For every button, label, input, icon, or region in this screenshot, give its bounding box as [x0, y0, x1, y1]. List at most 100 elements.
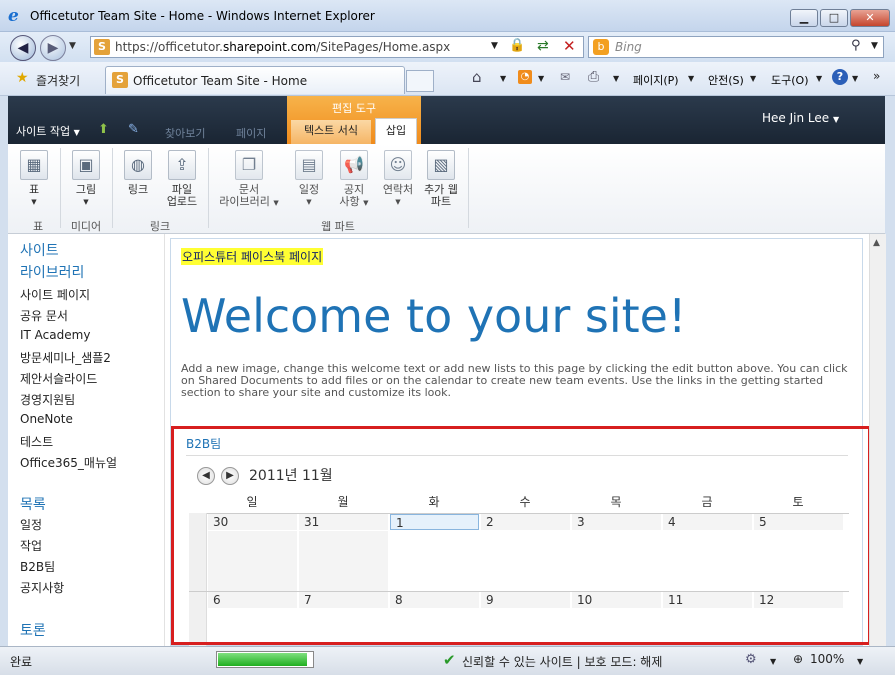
add-part-label-2: 파트 — [430, 195, 452, 208]
safety-menu[interactable]: 안전(S) — [708, 72, 744, 88]
upload-label-2: 업로드 — [166, 195, 198, 208]
scroll-up-icon[interactable]: ▲ — [873, 238, 880, 248]
page-menu[interactable]: 페이지(P) — [633, 72, 679, 88]
safety-dropdown-icon[interactable]: ▼ — [750, 74, 756, 83]
search-input[interactable]: b Bing ⚲ ▼ — [588, 36, 884, 58]
nav-item-it-academy[interactable]: IT Academy — [20, 328, 90, 342]
site-actions-menu[interactable]: 사이트 작업 ▼ — [16, 123, 80, 139]
site-actions-dropdown-icon: ▼ — [73, 128, 80, 137]
nav-item-management-team[interactable]: 경영지원팀 — [20, 391, 75, 408]
search-icon[interactable]: ⚲ — [851, 38, 861, 53]
tab-page[interactable]: 페이지 — [236, 125, 266, 141]
picture-icon: ▣ — [72, 150, 100, 180]
nav-item-b2b-team[interactable]: B2B팀 — [20, 558, 55, 575]
link-label: 링크 — [127, 183, 149, 196]
announcements-button[interactable]: 📢 공지 사항 ▼ — [334, 150, 374, 209]
user-name: Hee Jin Lee — [762, 111, 830, 125]
zoom-dropdown-icon[interactable]: ▼ — [857, 657, 863, 666]
home-icon[interactable]: ⌂ — [472, 68, 482, 86]
sharepoint-favicon-icon: S — [94, 39, 110, 55]
contacts-button[interactable]: ☺ 연락처 ▼ — [378, 150, 418, 208]
maximize-button[interactable]: □ — [820, 9, 848, 27]
minimize-button[interactable]: ▁ — [790, 9, 818, 27]
security-zone-text[interactable]: 신뢰할 수 있는 사이트 | 보호 모드: 해제 — [462, 653, 662, 670]
document-library-icon: ❐ — [235, 150, 263, 180]
upload-file-button[interactable]: ⇪ 파일 업로드 — [160, 150, 204, 208]
ie-logo-icon: e — [8, 6, 19, 26]
browser-tab[interactable]: S Officetutor Team Site - Home — [105, 66, 405, 94]
nav-item-onenote[interactable]: OneNote — [20, 412, 73, 426]
nav-heading-discussions[interactable]: 토론 — [20, 620, 46, 640]
help-icon[interactable]: ? — [832, 69, 848, 85]
forward-button[interactable]: ▶ — [40, 35, 66, 61]
zone-dropdown-icon[interactable]: ▼ — [770, 657, 776, 666]
tab-format-text[interactable]: 텍스트 서식 — [291, 120, 371, 144]
rss-dropdown-icon[interactable]: ▼ — [538, 74, 544, 83]
checkmark-icon: ✔ — [443, 651, 456, 669]
table-button[interactable]: ▦ 표 ▼ — [16, 150, 52, 208]
tools-dropdown-icon[interactable]: ▼ — [816, 74, 822, 83]
calendar-button[interactable]: ▤ 일정 ▼ — [291, 150, 327, 208]
bing-icon: b — [593, 39, 609, 55]
vertical-scrollbar[interactable]: ▲ — [869, 234, 886, 646]
tab-insert[interactable]: 삽입 — [375, 118, 417, 144]
nav-item-test[interactable]: 테스트 — [20, 433, 53, 450]
url-input[interactable]: S https://officetutor.sharepoint.com/Sit… — [90, 36, 584, 58]
url-dropdown-icon[interactable]: ▼ — [491, 41, 498, 51]
lock-icon[interactable]: 🔒 — [509, 38, 525, 53]
separator — [60, 148, 61, 228]
help-dropdown-icon[interactable]: ▼ — [852, 74, 858, 83]
nav-item-site-pages[interactable]: 사이트 페이지 — [20, 286, 90, 303]
zoom-level[interactable]: 100% — [810, 652, 844, 666]
nav-item-calendar[interactable]: 일정 — [20, 516, 42, 533]
mail-icon[interactable]: ✉ — [560, 70, 570, 84]
status-text: 완료 — [10, 655, 33, 669]
upload-icon: ⇪ — [168, 150, 196, 180]
quick-launch: 사이트 라이브러리 사이트 페이지 공유 문서 IT Academy 방문세미나… — [8, 234, 165, 646]
link-button[interactable]: ◍ 링크 — [120, 150, 156, 196]
favorites-bar: ★ 즐겨찾기 S Officetutor Team Site - Home ⌂ … — [0, 62, 895, 96]
rss-feed-icon[interactable]: ◔ — [518, 70, 532, 84]
more-commands-icon[interactable]: » — [873, 69, 880, 83]
nav-item-shared-documents[interactable]: 공유 문서 — [20, 307, 68, 324]
page-dropdown-icon[interactable]: ▼ — [688, 74, 694, 83]
nav-heading-site[interactable]: 사이트 — [20, 240, 59, 260]
edit-page-icon[interactable]: ✎ — [128, 122, 139, 137]
add-web-part-button[interactable]: ▧ 추가 웹 파트 — [420, 150, 462, 208]
group-label-links: 링크 — [149, 220, 171, 233]
stop-icon[interactable]: ✕ — [563, 37, 576, 55]
nav-heading-lists[interactable]: 목록 — [20, 494, 46, 514]
picture-button[interactable]: ▣ 그림 ▼ — [68, 150, 104, 208]
nav-item-office365-manual[interactable]: Office365_매뉴얼 — [20, 454, 117, 471]
close-button[interactable]: ✕ — [850, 9, 890, 27]
nav-item-proposal-slides[interactable]: 제안서슬라이드 — [20, 370, 97, 387]
history-dropdown-icon[interactable]: ▼ — [69, 41, 76, 51]
nav-item-seminar-sample[interactable]: 방문세미나_샘플2 — [20, 349, 111, 366]
facebook-page-link[interactable]: 오피스튜터 페이스북 페이지 — [181, 248, 324, 265]
back-button[interactable]: ◀ — [10, 35, 36, 61]
refresh-icon[interactable]: ⇄ — [537, 38, 549, 54]
new-tab-button[interactable] — [406, 70, 434, 92]
zoom-icon[interactable]: ⊕ — [793, 652, 803, 666]
title-bar: e Officetutor Team Site - Home - Windows… — [0, 0, 895, 32]
nav-item-tasks[interactable]: 작업 — [20, 537, 42, 554]
search-dropdown-icon[interactable]: ▼ — [871, 41, 878, 51]
address-bar: ◀ ▶ ▼ S https://officetutor.sharepoint.c… — [0, 32, 895, 62]
print-icon[interactable]: ⎙ — [588, 69, 599, 85]
document-library-button[interactable]: ❐ 문서 라이브러리 ▼ — [213, 150, 285, 209]
favorites-button[interactable]: 즐겨찾기 — [36, 72, 80, 89]
window-title: Officetutor Team Site - Home - Windows I… — [30, 9, 375, 23]
separator — [468, 148, 469, 228]
home-dropdown-icon[interactable]: ▼ — [500, 74, 506, 83]
print-dropdown-icon[interactable]: ▼ — [613, 74, 619, 83]
favorites-star-icon[interactable]: ★ — [16, 70, 29, 86]
navigate-up-icon[interactable]: ⬆ — [98, 122, 109, 137]
user-menu[interactable]: Hee Jin Lee ▼ — [762, 111, 839, 125]
tools-menu[interactable]: 도구(O) — [771, 72, 808, 88]
nav-item-announcements[interactable]: 공지사항 — [20, 579, 64, 596]
table-dropdown-icon: ▼ — [31, 198, 37, 206]
zone-icon[interactable]: ⚙ — [745, 652, 757, 667]
picture-label: 그림 — [75, 183, 97, 196]
nav-heading-libraries[interactable]: 라이브러리 — [20, 262, 84, 282]
tab-browse[interactable]: 찾아보기 — [165, 125, 205, 141]
